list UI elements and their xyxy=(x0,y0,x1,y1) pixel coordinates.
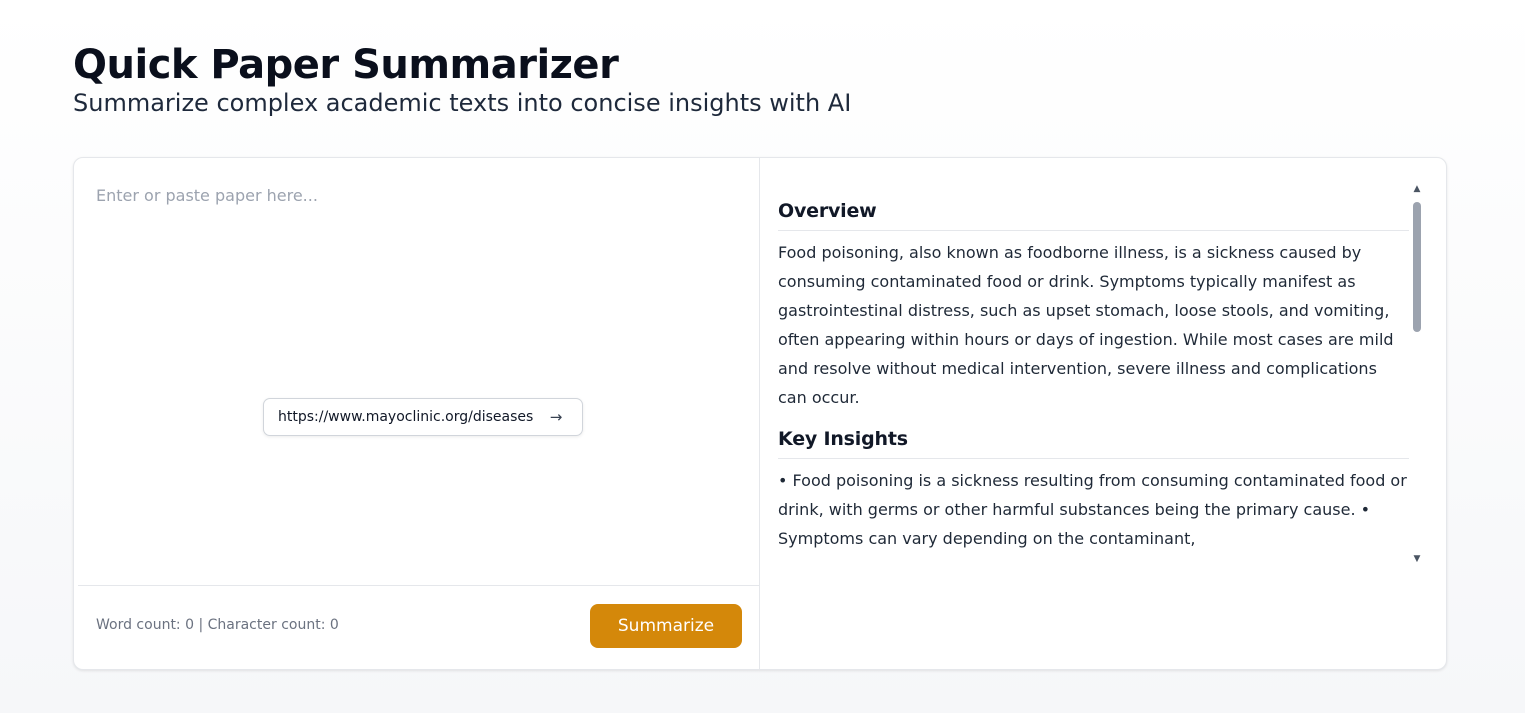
section-body-key-insights: • Food poisoning is a sickness resulting… xyxy=(778,471,1407,548)
page-subtitle: Summarize complex academic texts into co… xyxy=(73,89,852,117)
paper-placeholder: Enter or paste paper here... xyxy=(96,186,318,205)
url-input[interactable]: https://www.mayoclinic.org/diseases xyxy=(264,409,536,425)
scroll-up-arrow-icon[interactable]: ▲ xyxy=(1410,184,1424,194)
input-footer: Word count: 0 | Character count: 0 Summa… xyxy=(74,586,760,671)
section-body-overview: Food poisoning, also known as foodborne … xyxy=(778,243,1394,407)
summary-pane: Overview Food poisoning, also known as f… xyxy=(761,158,1448,669)
summary-content[interactable]: Overview Food poisoning, also known as f… xyxy=(778,184,1409,568)
section-title-overview: Overview xyxy=(778,200,1409,231)
summarize-button[interactable]: Summarize xyxy=(590,604,742,648)
section-title-key-insights: Key Insights xyxy=(778,428,1409,459)
page-header: Quick Paper Summarizer Summarize complex… xyxy=(73,42,851,118)
summary-scrollbar[interactable]: ▲ ▼ xyxy=(1410,182,1424,568)
summarizer-card: Enter or paste paper here... https://www… xyxy=(73,157,1447,670)
url-input-box[interactable]: https://www.mayoclinic.org/diseases → xyxy=(263,398,583,436)
page-title: Quick Paper Summarizer xyxy=(73,42,619,88)
input-pane: Enter or paste paper here... https://www… xyxy=(74,158,760,669)
paper-text-area[interactable]: Enter or paste paper here... https://www… xyxy=(78,162,760,586)
word-character-count: Word count: 0 | Character count: 0 xyxy=(96,617,339,633)
scroll-down-arrow-icon[interactable]: ▼ xyxy=(1410,554,1424,564)
scroll-thumb[interactable] xyxy=(1413,202,1421,332)
arrow-right-icon[interactable]: → xyxy=(536,408,576,426)
